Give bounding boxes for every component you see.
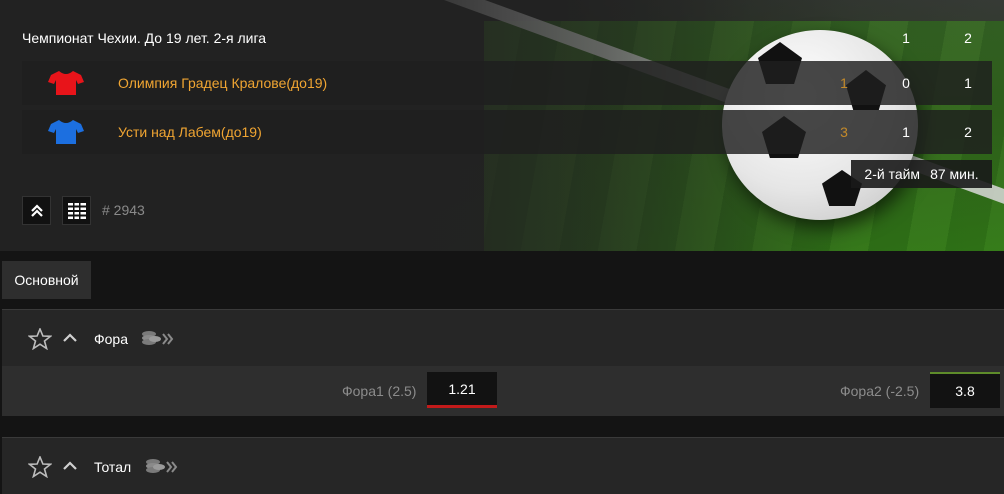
team-row-home: Олимпия Градец Кралове(до19) 1 0 1 bbox=[22, 61, 992, 105]
game-id: # 2943 bbox=[102, 202, 145, 218]
blue-shirt-icon bbox=[48, 120, 84, 144]
period-header-1: 1 bbox=[902, 30, 910, 46]
period-header-2: 2 bbox=[964, 30, 972, 46]
market-handicap-header[interactable]: Фора bbox=[2, 310, 1004, 366]
star-icon[interactable] bbox=[28, 456, 52, 478]
team-period1-away: 1 bbox=[902, 124, 910, 140]
coins-icon bbox=[146, 459, 178, 473]
match-status: 2-й тайм 87 мин. bbox=[851, 160, 992, 188]
tab-main[interactable]: Основной bbox=[2, 261, 91, 299]
team-name-home[interactable]: Олимпия Градец Кралове(до19) bbox=[118, 75, 327, 91]
team-goals-away: 3 bbox=[840, 124, 848, 140]
collapse-button[interactable] bbox=[22, 196, 51, 225]
red-shirt-icon bbox=[48, 71, 84, 95]
odd-label-handicap2: Фора2 (-2.5) bbox=[840, 383, 920, 399]
stats-button[interactable] bbox=[62, 196, 91, 225]
table-icon bbox=[67, 202, 86, 219]
double-chevron-up-icon bbox=[30, 203, 43, 217]
match-header: Чемпионат Чехии. До 19 лет. 2-я лига 1 2… bbox=[0, 0, 1004, 251]
market-total-header[interactable]: Тотал bbox=[2, 438, 1004, 494]
league-title: Чемпионат Чехии. До 19 лет. 2-я лига bbox=[22, 30, 267, 46]
odd-label-handicap1: Фора1 (2.5) bbox=[342, 383, 417, 399]
odds-row: Фора1 (2.5) 1.21 Фора2 (-2.5) 3.8 bbox=[2, 366, 1004, 416]
coins-icon bbox=[142, 331, 174, 345]
market-title: Фора bbox=[94, 331, 129, 347]
market-handicap: Фора Фора1 (2.5) 1.21 Фора2 (-2.5) 3.8 bbox=[2, 309, 1004, 416]
market-title: Тотал bbox=[94, 459, 132, 475]
team-period1-home: 0 bbox=[902, 75, 910, 91]
match-period: 2-й тайм bbox=[864, 166, 921, 182]
team-period2-away: 2 bbox=[964, 124, 972, 140]
star-icon[interactable] bbox=[28, 328, 52, 350]
odd-button-handicap2[interactable]: 3.8 bbox=[930, 372, 1000, 408]
chevron-up-icon[interactable] bbox=[62, 460, 78, 472]
team-goals-home: 1 bbox=[840, 75, 848, 91]
chevron-up-icon[interactable] bbox=[62, 332, 78, 344]
match-minute: 87 мин. bbox=[930, 166, 979, 182]
odd-button-handicap1[interactable]: 1.21 bbox=[427, 372, 497, 408]
team-name-away[interactable]: Усти над Лабем(до19) bbox=[118, 124, 262, 140]
team-period2-home: 1 bbox=[964, 75, 972, 91]
team-row-away: Усти над Лабем(до19) 3 1 2 bbox=[22, 110, 992, 154]
market-total: Тотал bbox=[2, 437, 1004, 494]
